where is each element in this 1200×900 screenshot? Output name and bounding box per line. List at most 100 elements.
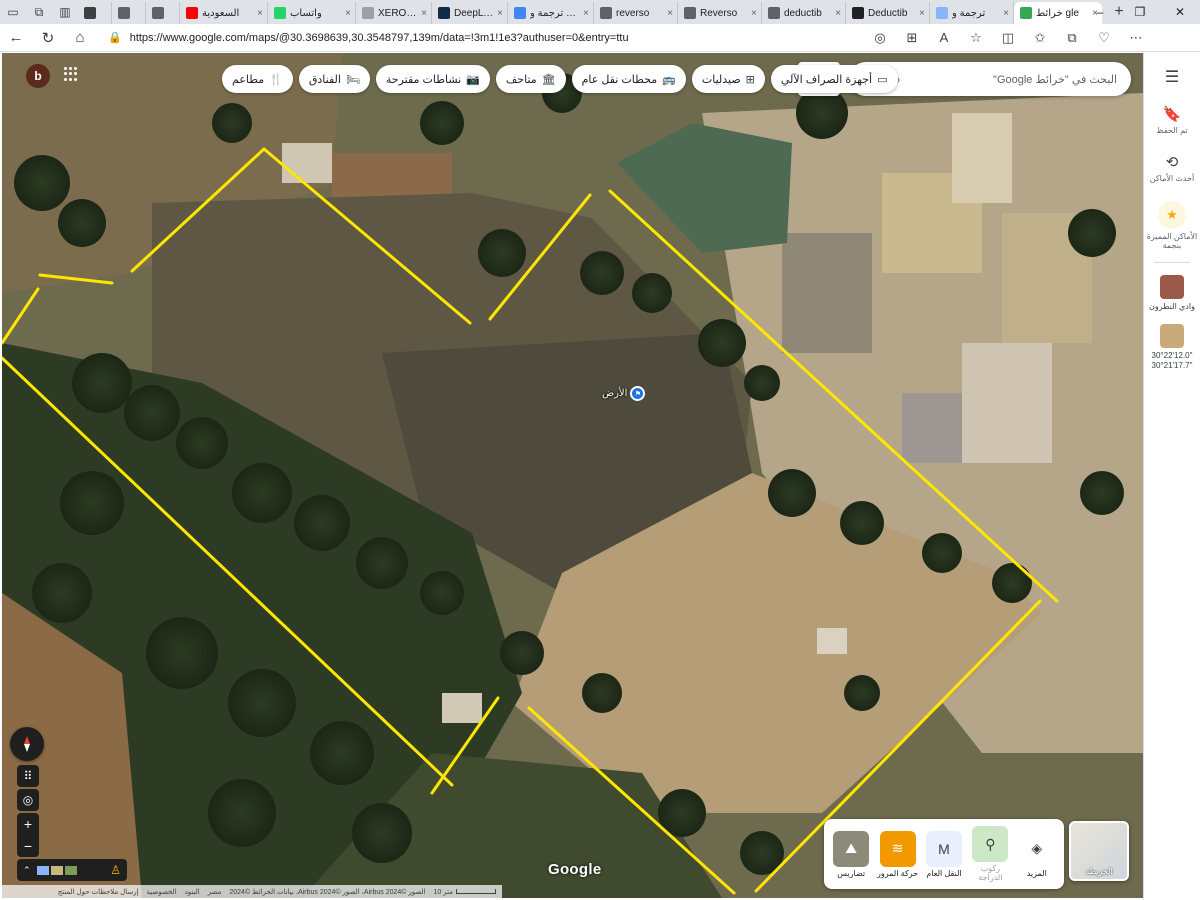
rail-item-history[interactable]: ⟲أحدث الأماكن (1146, 153, 1198, 183)
grid-icon[interactable]: ⠿ (17, 765, 39, 787)
lock-icon[interactable]: 🔒 (108, 31, 122, 44)
category-chip[interactable]: 🏛متاحف (496, 65, 566, 93)
close-tab-icon[interactable]: × (1003, 8, 1009, 19)
recent-place[interactable]: وادي النطرون (1146, 275, 1198, 312)
tab-favicon-icon (84, 7, 96, 19)
close-tab-icon[interactable]: × (421, 8, 427, 19)
browser-tab[interactable]: reverso× (594, 2, 678, 24)
close-window-icon[interactable]: ✕ (1160, 0, 1200, 24)
layer-thumbnail-icon: ⛰ (833, 831, 869, 867)
category-chip[interactable]: 📷نشاطات مقترحة (376, 65, 490, 93)
my-location-icon[interactable]: ◎ (17, 789, 39, 811)
google-logo: Google (548, 861, 601, 878)
map-type-toggle[interactable]: الخريطة (1069, 821, 1129, 881)
browser-tab[interactable] (146, 2, 180, 24)
zoom-out-button[interactable]: − (17, 835, 39, 857)
browser-tab[interactable] (78, 2, 112, 24)
category-chip[interactable]: 🚌محطات نقل عام (572, 65, 686, 93)
close-tab-icon[interactable]: × (583, 8, 589, 19)
browser-tab[interactable]: Deductib × (846, 2, 930, 24)
google-apps-icon[interactable] (64, 67, 78, 81)
footer-link[interactable]: البنود (185, 888, 200, 896)
category-chip[interactable]: ⊞صيدليات (692, 65, 765, 93)
browser-tab[interactable]: ترجمة و× (930, 2, 1014, 24)
layer-option[interactable]: ≋حركة المرور (876, 831, 920, 878)
close-tab-icon[interactable]: × (497, 8, 503, 19)
browser-tab[interactable]: Reverso × (678, 2, 762, 24)
category-chip[interactable]: 🛏الفنادق (299, 65, 370, 93)
footer-link[interactable]: إرسال ملاحظات حول المنتج (58, 888, 139, 896)
compass-button[interactable] (10, 727, 44, 761)
browser-tab-strip: ▭ ⧉ ▥ السعودية×واتساب×XEROX W×DeepL Tr×ت… (0, 0, 1200, 24)
tab-label: ترجمة و gle (530, 8, 579, 19)
tab-list: السعودية×واتساب×XEROX W×DeepL Tr×ترجمة و… (78, 0, 1102, 24)
browser-tab[interactable]: DeepL Tr× (432, 2, 508, 24)
avatar[interactable]: b (26, 64, 50, 88)
atm-icon: ▭ (877, 73, 887, 86)
split-screen-icon[interactable]: ◫ (992, 24, 1024, 52)
favorite-star-icon[interactable]: ☆ (960, 24, 992, 52)
map-viewport[interactable]: البحث في "خرائط Google" ⌕ ◆ ع ▼ 🍴مطاعم🛏ا… (2, 53, 1143, 898)
rail-item-bookmark[interactable]: 🔖تم الحفظ (1146, 105, 1198, 135)
url-field[interactable]: 🔒 https://www.google.com/maps/@30.369863… (100, 27, 860, 49)
browser-tab[interactable]: deductib× (762, 2, 846, 24)
rail-item-star[interactable]: ★الأماكن المميزة بنجمة (1146, 201, 1198, 250)
app-available-icon[interactable]: ⊞ (896, 24, 928, 52)
category-chip[interactable]: 🍴مطاعم (222, 65, 293, 93)
layer-option[interactable]: Mالنقل العام (922, 831, 966, 878)
search-input[interactable]: البحث في "خرائط Google" (911, 73, 1117, 86)
imagery-thumbnails[interactable] (37, 866, 77, 875)
rail-item-label: تم الحفظ (1156, 126, 1187, 135)
layer-option[interactable]: ⛰ تضاريس (829, 831, 873, 878)
zoom-in-button[interactable]: + (17, 813, 39, 835)
workspaces-icon[interactable]: ⧉ (26, 0, 52, 24)
browser-tab[interactable] (112, 2, 146, 24)
browser-tab[interactable]: السعودية× (180, 2, 268, 24)
location-icon[interactable]: ◎ (864, 24, 896, 52)
chip-label: الفنادق (309, 73, 341, 86)
footer-link[interactable]: الخصوصية (147, 888, 177, 896)
layer-option[interactable]: ◈المزيد (1015, 831, 1059, 878)
close-tab-icon[interactable]: × (667, 8, 673, 19)
vertical-tabs-icon[interactable]: ▥ (52, 0, 78, 24)
tab-favicon-icon (152, 7, 164, 19)
layer-option[interactable]: ⚲ركوب الدراجة (968, 826, 1012, 882)
pegman-icon[interactable]: ♙ (110, 863, 121, 877)
tab-actions-icon[interactable]: ▭ (0, 0, 26, 24)
rail-recents: وادي النطرون 30°22'12.0" 30°21'17.7" (1146, 263, 1198, 371)
place-pin[interactable]: ⚑ الأرض (602, 386, 645, 401)
pin-label: الأرض (602, 388, 627, 399)
close-tab-icon[interactable]: × (257, 8, 263, 19)
recent-place[interactable]: 30°22'12.0" 30°21'17.7" (1146, 324, 1198, 371)
satellite-imagery (2, 53, 1143, 898)
minimize-icon[interactable]: – (1080, 0, 1120, 24)
scale-bar[interactable]: 10 متر (434, 888, 496, 896)
imagery-strip[interactable]: ⌃ ♙ (17, 859, 127, 881)
back-button[interactable]: ← (0, 24, 32, 52)
browser-tab[interactable]: ترجمة و gle × (508, 2, 594, 24)
collections-icon[interactable]: ⧉ (1056, 24, 1088, 52)
category-chip[interactable]: ▭أجهزة الصراف الآلي (771, 65, 898, 93)
refresh-button[interactable]: ↻ (32, 24, 64, 52)
expand-up-icon[interactable]: ⌃ (23, 865, 31, 876)
tab-label: Reverso (700, 8, 747, 19)
close-tab-icon[interactable]: × (835, 8, 841, 19)
window-controls: – ❐ ✕ (1080, 0, 1200, 24)
more-menu-icon[interactable]: ⋯ (1120, 24, 1152, 52)
browser-tab[interactable]: XEROX W× (356, 2, 432, 24)
close-tab-icon[interactable]: × (751, 8, 757, 19)
browser-essentials-icon[interactable]: ♡ (1088, 24, 1120, 52)
tab-label: Deductib (868, 8, 915, 19)
close-tab-icon[interactable]: × (919, 8, 925, 19)
read-aloud-icon[interactable]: A (928, 24, 960, 52)
layer-thumbnail-icon: ⚲ (972, 826, 1008, 862)
browser-tab[interactable]: واتساب× (268, 2, 356, 24)
favorites-icon[interactable]: ✩ (1024, 24, 1056, 52)
footer-link[interactable]: مصر (208, 888, 222, 896)
layer-label: تضاريس (837, 869, 865, 878)
menu-icon[interactable]: ☰ (1165, 67, 1179, 87)
restore-icon[interactable]: ❐ (1120, 0, 1160, 24)
tab-favicon-icon (600, 7, 612, 19)
home-button[interactable]: ⌂ (64, 24, 96, 52)
close-tab-icon[interactable]: × (345, 8, 351, 19)
